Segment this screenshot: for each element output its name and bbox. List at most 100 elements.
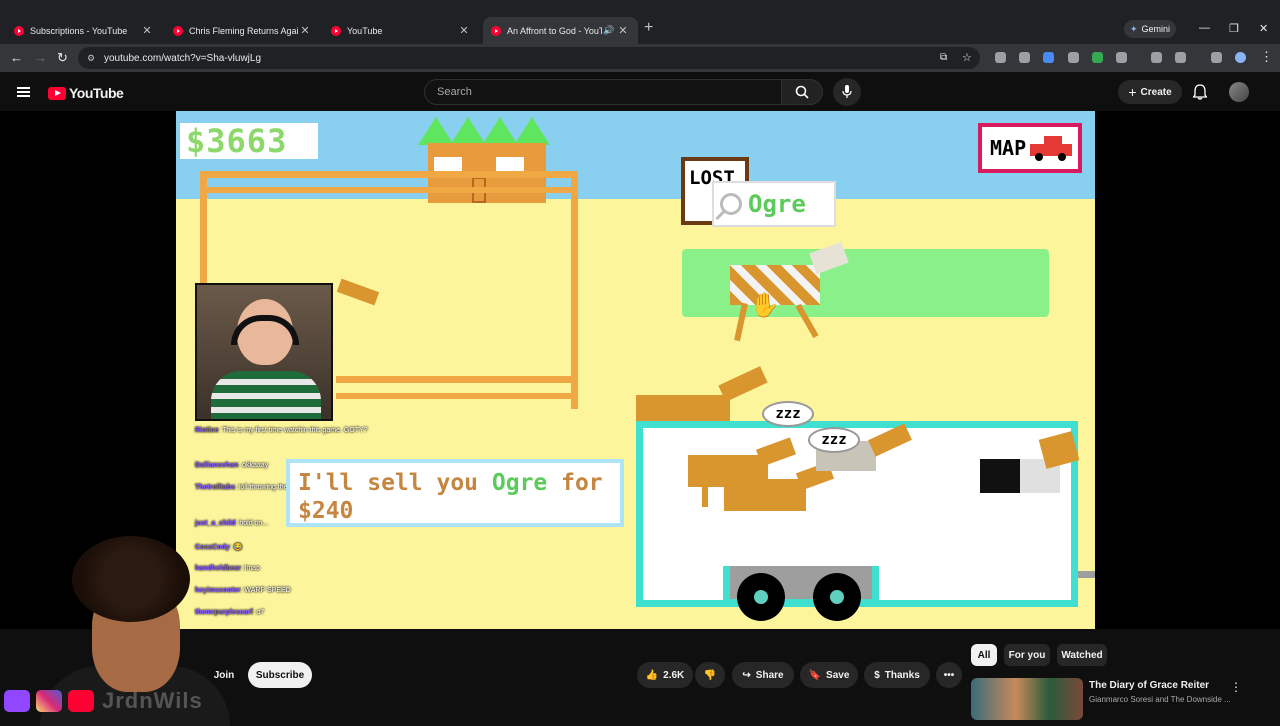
dialog-price: $240 xyxy=(298,498,354,524)
grab-hand-cursor-icon: ✋ xyxy=(750,292,780,319)
tab-title: Chris Fleming Returns Again - Y xyxy=(189,25,298,36)
search-input[interactable]: Search xyxy=(424,79,782,105)
microphone-icon xyxy=(842,85,852,98)
barn-roof xyxy=(450,117,486,145)
more-horizontal-icon: ••• xyxy=(943,669,955,681)
tab-chris-fleming[interactable]: Chris Fleming Returns Again - Y ✕ xyxy=(165,17,320,44)
url-text: youtube.com/watch?v=Sha-vluwjLg xyxy=(104,52,262,64)
voice-search-button[interactable] xyxy=(833,78,861,106)
search-button[interactable] xyxy=(781,79,823,105)
browser-tabbar: Subscriptions - YouTube ✕ Chris Fleming … xyxy=(0,0,1280,44)
thumbs-down-icon: 👎 xyxy=(703,669,717,681)
gemini-button[interactable]: ✦ Gemini xyxy=(1124,20,1176,38)
like-count: 2.6K xyxy=(663,669,685,681)
tab-title: Subscriptions - YouTube xyxy=(30,25,128,36)
trailer-wheel xyxy=(737,573,785,621)
youtube-favicon-icon xyxy=(331,25,341,36)
youtube-logo[interactable]: YouTube xyxy=(48,85,124,101)
menu-kebab-icon[interactable]: ⋮ xyxy=(1260,49,1273,65)
close-tab-icon[interactable]: ✕ xyxy=(298,24,312,37)
share-label: Share xyxy=(755,669,784,681)
horse[interactable] xyxy=(976,429,1086,519)
address-bar[interactable]: ⚙ youtube.com/watch?v=Sha-vluwjLg ⧉ ☆ xyxy=(78,47,980,69)
media-controls-icon[interactable] xyxy=(1211,52,1222,63)
extension-icon[interactable] xyxy=(1043,52,1054,63)
thumbs-up-icon: 👍 xyxy=(645,669,659,681)
thanks-label: Thanks xyxy=(884,669,920,681)
share-button[interactable]: ↪ Share xyxy=(732,662,794,688)
horse-name-tooltip: Ogre xyxy=(712,181,836,227)
money-counter: $3663 xyxy=(180,123,318,159)
install-app-icon[interactable]: ⧉ xyxy=(940,52,947,63)
barn-roof xyxy=(514,117,550,145)
like-button[interactable]: 👍 2.6K xyxy=(637,662,693,688)
thanks-button[interactable]: $ Thanks xyxy=(864,662,930,688)
site-info-icon[interactable]: ⚙ xyxy=(87,53,95,64)
puzzle-icon[interactable] xyxy=(1116,52,1127,63)
chat-message: Dalliancehan: okkaaay xyxy=(195,462,269,469)
search-icon xyxy=(795,85,809,99)
super-thanks-icon: $ xyxy=(874,669,880,681)
game-screen: $3663 MAP LOST Ogre ✋ Riotice: This is m… xyxy=(176,111,1095,629)
dislike-button[interactable]: 👎 xyxy=(695,662,725,688)
filter-chip-all[interactable]: All xyxy=(971,644,997,666)
dialog-horse-name: Ogre xyxy=(491,470,548,496)
browser-toolbar: ← → ↻ ⚙ youtube.com/watch?v=Sha-vluwjLg … xyxy=(0,44,1280,72)
map-button[interactable]: MAP xyxy=(978,123,1082,173)
tab-youtube[interactable]: YouTube ✕ xyxy=(323,17,479,44)
horse-ogre[interactable] xyxy=(716,237,876,347)
account-avatar[interactable] xyxy=(1229,82,1249,102)
bookmarks-icon[interactable] xyxy=(1151,52,1162,63)
instagram-icon xyxy=(36,690,62,712)
profile-avatar-icon[interactable] xyxy=(1235,52,1246,63)
dialog-prefix: I'll sell you xyxy=(298,470,492,496)
audio-playing-icon[interactable]: 🔊 xyxy=(602,25,616,36)
recommended-video-channel[interactable]: Gianmarco Soresi and The Downside ... xyxy=(1089,695,1231,704)
youtube-favicon-icon xyxy=(14,25,24,36)
tab-subscriptions[interactable]: Subscriptions - YouTube ✕ xyxy=(6,17,162,44)
new-tab-button[interactable]: + xyxy=(644,19,653,37)
extension-icon[interactable] xyxy=(1092,52,1103,63)
tooltip-horse-name: Ogre xyxy=(748,190,806,218)
notifications-bell-icon[interactable] xyxy=(1193,84,1207,100)
create-label: Create xyxy=(1140,86,1172,98)
reload-icon[interactable]: ↻ xyxy=(57,50,68,66)
more-vertical-icon[interactable]: ⋮ xyxy=(1230,680,1242,694)
twitch-icon xyxy=(4,690,30,712)
bookmark-star-icon[interactable]: ☆ xyxy=(962,51,972,64)
subscribe-button[interactable]: Subscribe xyxy=(248,662,312,688)
close-tab-icon[interactable]: ✕ xyxy=(457,24,471,37)
sleeping-bubble: zzz xyxy=(762,401,814,427)
save-label: Save xyxy=(826,669,850,681)
forward-icon[interactable]: → xyxy=(34,50,47,65)
filter-chip-for-you[interactable]: For you xyxy=(1004,644,1050,666)
trailer-hitch xyxy=(1078,571,1095,578)
horse[interactable] xyxy=(334,271,384,311)
filter-chip-watched[interactable]: Watched xyxy=(1057,644,1107,666)
gemini-label: Gemini xyxy=(1141,24,1171,34)
tab-title: YouTube xyxy=(347,25,383,36)
create-button[interactable]: + Create xyxy=(1118,80,1182,104)
hamburger-menu-icon[interactable] xyxy=(17,87,30,97)
magnifier-icon xyxy=(720,193,742,215)
close-tab-icon[interactable]: ✕ xyxy=(616,24,630,37)
fence-rail xyxy=(336,376,578,383)
join-button[interactable]: Join xyxy=(208,662,240,688)
fence-post xyxy=(200,171,207,283)
minimize-icon[interactable]: — xyxy=(1199,22,1210,34)
save-button[interactable]: 🔖 Save xyxy=(800,662,858,688)
restore-icon[interactable]: ❐ xyxy=(1229,22,1239,35)
tab-affront-to-god[interactable]: An Affront to God - YouTub 🔊 ✕ xyxy=(483,17,638,44)
close-window-icon[interactable]: ✕ xyxy=(1259,22,1268,35)
recommended-video-thumbnail[interactable] xyxy=(971,678,1083,720)
extension-icon[interactable] xyxy=(995,52,1006,63)
recommended-video-title[interactable]: The Diary of Grace Reiter xyxy=(1089,680,1209,691)
close-tab-icon[interactable]: ✕ xyxy=(140,24,154,37)
sidepanel-icon[interactable] xyxy=(1175,52,1186,63)
extension-icon[interactable] xyxy=(1019,52,1030,63)
back-icon[interactable]: ← xyxy=(10,50,23,65)
youtube-favicon-icon xyxy=(173,25,183,36)
tab-title: An Affront to God - YouTub xyxy=(507,25,602,36)
more-actions-button[interactable]: ••• xyxy=(936,662,962,688)
shield-icon[interactable] xyxy=(1068,52,1079,63)
